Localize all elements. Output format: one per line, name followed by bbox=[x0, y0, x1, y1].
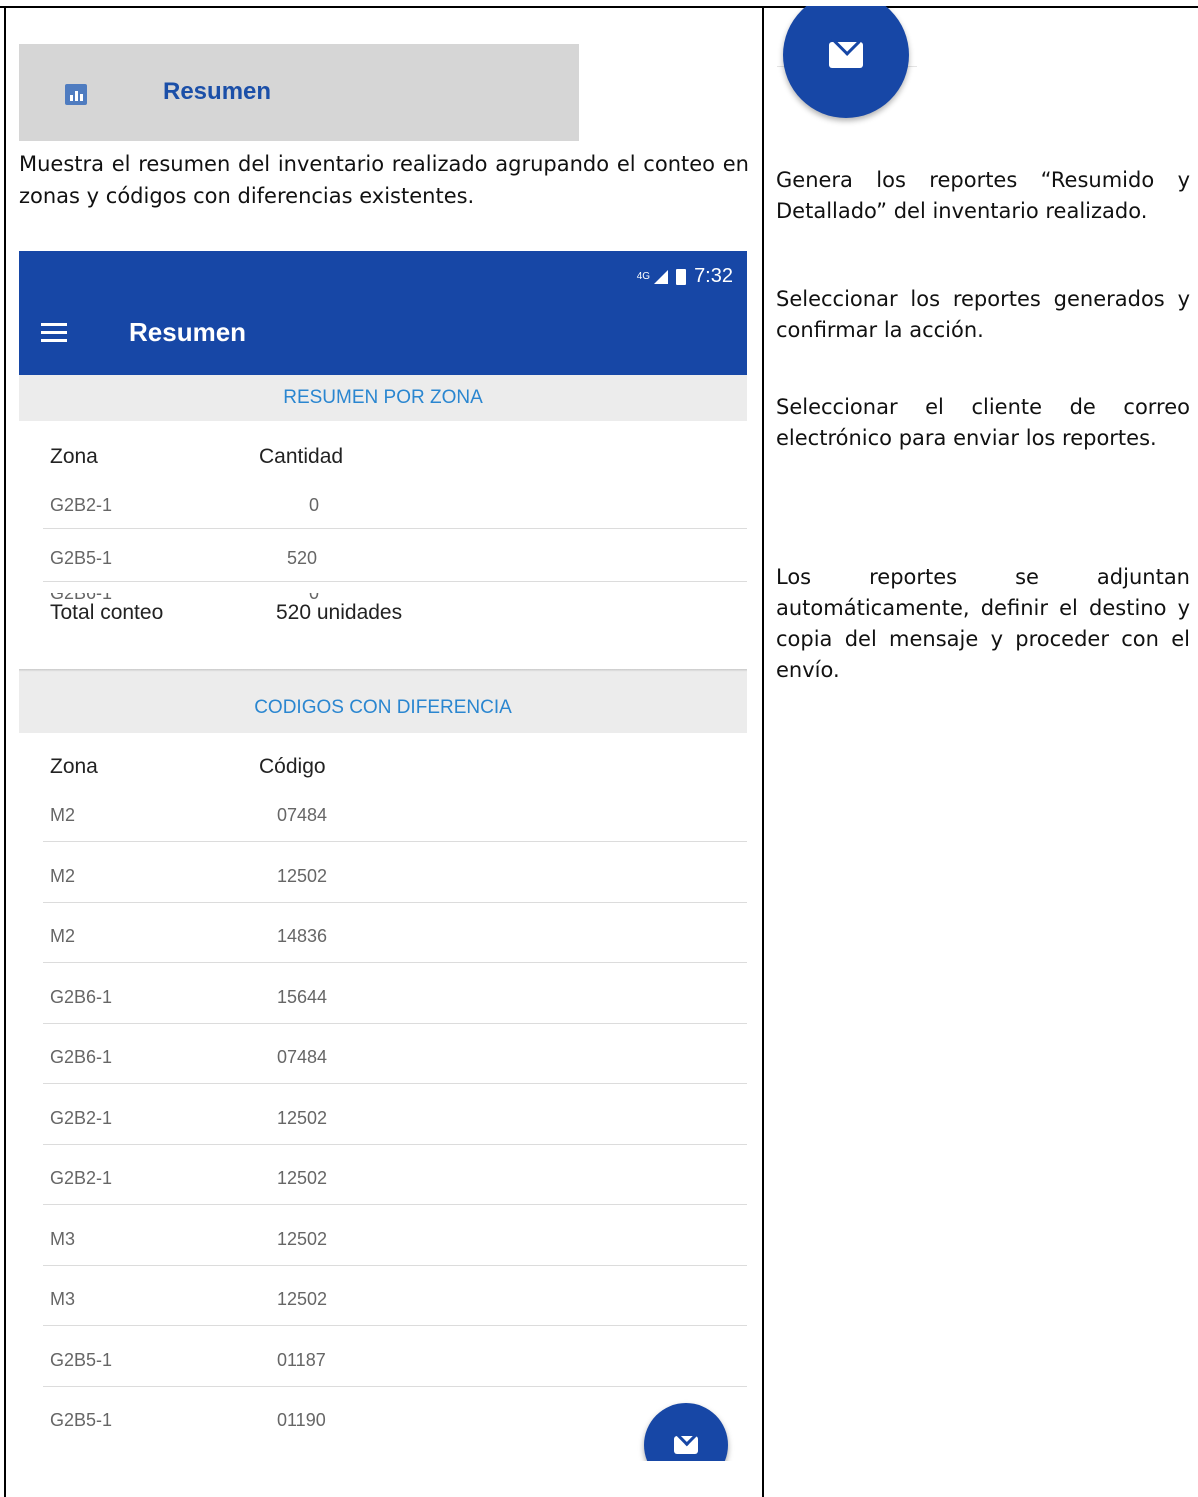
diff-row-codigo: 12502 bbox=[277, 1108, 328, 1128]
description-text: Muestra el resumen del inventario realiz… bbox=[19, 152, 749, 208]
paragraph-select: Seleccionar los reportes generados y con… bbox=[776, 287, 1190, 342]
diff-row-zona: M2 bbox=[50, 866, 76, 886]
app-bar: 4G 7:32 Resumen bbox=[19, 251, 747, 375]
diff-codes-header: CODIGOS CON DIFERENCIA bbox=[19, 672, 747, 733]
paragraph-client: Seleccionar el cliente de correo electró… bbox=[776, 395, 1190, 450]
diff-row-zona: G2B5-1 bbox=[50, 1410, 113, 1430]
right-column: Genera los reportes “Resumido y Detallad… bbox=[765, 0, 1198, 1497]
diff-row-zona: M3 bbox=[50, 1289, 76, 1309]
total-label: Total conteo bbox=[50, 601, 164, 624]
row-divider bbox=[43, 1023, 747, 1024]
col-header-codigo: Código bbox=[259, 755, 326, 778]
diff-row-codigo: 12502 bbox=[277, 1229, 328, 1249]
send-mail-fab-large bbox=[783, 6, 909, 118]
status-bar: 4G 7:32 bbox=[637, 265, 733, 288]
row-divider bbox=[43, 841, 747, 842]
zone-row-zona: G2B2-1 bbox=[50, 495, 113, 515]
row-divider bbox=[43, 528, 747, 529]
diff-row-codigo: 14836 bbox=[277, 926, 328, 946]
diff-row-codigo: 01187 bbox=[277, 1350, 326, 1370]
row-divider bbox=[43, 1144, 747, 1145]
paragraph-attach: Los reportes se adjuntan automáticamente… bbox=[776, 565, 1190, 682]
diff-row-zona: G2B6-1 bbox=[50, 1047, 113, 1067]
col-header-zona: Zona bbox=[50, 755, 98, 778]
menu-banner: Resumen bbox=[19, 44, 579, 141]
zone-summary-header: RESUMEN POR ZONA bbox=[19, 375, 747, 421]
col-header-cantidad: Cantidad bbox=[259, 445, 344, 468]
col-header-zona: Zona bbox=[50, 445, 98, 468]
fab-illustration bbox=[777, 6, 917, 132]
diff-row-zona: G2B2-1 bbox=[50, 1168, 113, 1188]
row-divider bbox=[43, 902, 747, 903]
left-column: Resumen Muestra el resumen del inventari… bbox=[0, 0, 763, 1497]
row-divider bbox=[43, 581, 747, 582]
mail-icon bbox=[674, 1436, 698, 1454]
bar-chart-icon bbox=[65, 84, 87, 105]
diff-row-zona: G2B6-1 bbox=[50, 987, 113, 1007]
row-divider bbox=[43, 1265, 747, 1266]
row-divider bbox=[43, 1083, 747, 1084]
diff-row-zona: M3 bbox=[50, 1229, 76, 1249]
menu-label: Resumen bbox=[163, 78, 272, 105]
diff-row-codigo: 01190 bbox=[277, 1410, 326, 1430]
row-divider bbox=[43, 1204, 747, 1205]
zone-row-zona: G2B5-1 bbox=[50, 548, 113, 568]
diff-row-zona: G2B5-1 bbox=[50, 1350, 113, 1370]
zone-summary-card: Zona Cantidad G2B2-1 0 G2B5-1 520 G2B6-1… bbox=[19, 421, 747, 666]
paragraph-generate: Genera los reportes “Resumido y Detallad… bbox=[776, 168, 1190, 223]
battery-icon bbox=[676, 268, 687, 285]
row-divider bbox=[43, 1386, 747, 1387]
diff-row-codigo: 07484 bbox=[277, 1047, 328, 1067]
diff-codes-card: Zona Código M2 07484 M2 12502 M2 14836 G2B6-1 1… bbox=[19, 733, 747, 1461]
mail-icon bbox=[829, 42, 863, 68]
zone-row-cantidad: 520 bbox=[287, 548, 318, 568]
diff-row-codigo: 07484 bbox=[277, 805, 328, 825]
status-time: 7:32 bbox=[694, 265, 733, 287]
zone-row-cantidad: 0 bbox=[309, 495, 320, 515]
diff-row-zona: G2B2-1 bbox=[50, 1108, 113, 1128]
row-divider bbox=[43, 1325, 747, 1326]
diff-row-codigo: 12502 bbox=[277, 866, 328, 886]
signal-icon bbox=[654, 269, 669, 284]
menu-icon[interactable] bbox=[41, 323, 67, 347]
phone-screenshot: 4G 7:32 Resumen RESUMEN POR ZONA Zona Ca… bbox=[19, 251, 747, 1461]
network-type: 4G bbox=[636, 271, 651, 282]
app-title: Resumen bbox=[129, 317, 247, 347]
diff-row-codigo: 12502 bbox=[277, 1289, 328, 1309]
diff-row-codigo: 15644 bbox=[277, 987, 328, 1007]
diff-row-zona: M2 bbox=[50, 926, 76, 946]
diff-row-zona: M2 bbox=[50, 805, 76, 825]
row-divider bbox=[43, 962, 747, 963]
diff-row-codigo: 12502 bbox=[277, 1168, 328, 1188]
total-value: 520 unidades bbox=[276, 601, 403, 624]
